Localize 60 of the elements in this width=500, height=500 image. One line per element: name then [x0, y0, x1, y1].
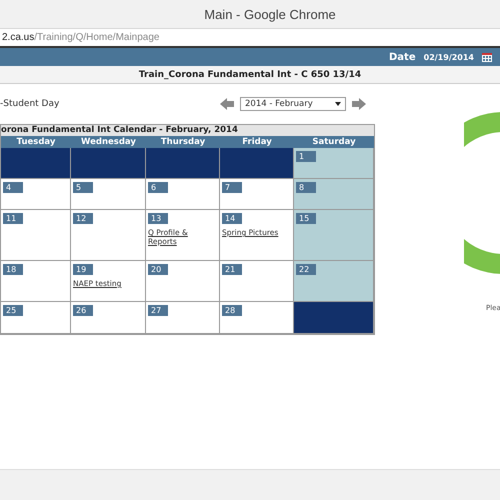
day-number: 20 [148, 264, 168, 275]
day-number: 19 [73, 264, 93, 275]
calendar-cell[interactable] [220, 148, 294, 179]
day-number: 25 [3, 305, 23, 316]
calendar-cell[interactable] [146, 148, 220, 179]
calendar-cell[interactable]: 4 [1, 179, 71, 210]
calendar-cell[interactable]: 27 [146, 302, 220, 334]
day-header: Friday [220, 136, 294, 148]
calendar-icon[interactable] [482, 52, 492, 62]
day-number: 7 [222, 182, 242, 193]
calendar-cell[interactable]: 28 [220, 302, 294, 334]
day-number: 21 [222, 264, 242, 275]
day-number: 13 [148, 213, 168, 224]
url-host: 2.ca.us [2, 32, 34, 43]
calendar-cell[interactable]: 1 [294, 148, 374, 179]
day-number: 11 [3, 213, 23, 224]
school-title: Train_Corona Fundamental Int - C 650 13/14 [138, 70, 362, 80]
day-header: Saturday [294, 136, 374, 148]
calendar-cell[interactable]: 6 [146, 179, 220, 210]
caret-icon [335, 102, 341, 106]
day-number: 27 [148, 305, 168, 316]
day-number: 12 [73, 213, 93, 224]
legend-text: -Student Day [0, 99, 60, 109]
month-select[interactable]: 2014 - February [240, 97, 346, 111]
right-arrow-icon[interactable] [352, 98, 366, 110]
calendar-cell[interactable]: 20 [146, 261, 220, 302]
day-number: 4 [3, 182, 23, 193]
calendar-cell[interactable]: 26 [71, 302, 146, 334]
day-number: 8 [296, 182, 316, 193]
day-number: 22 [296, 264, 316, 275]
day-header: Thursday [146, 136, 220, 148]
day-number: 18 [3, 264, 23, 275]
date-value: 02/19/2014 [424, 52, 474, 62]
day-number: 26 [73, 305, 93, 316]
calendar-cell[interactable]: 8 [294, 179, 374, 210]
day-number: 1 [296, 151, 316, 162]
calendar-cell[interactable] [71, 148, 146, 179]
calendar-cell[interactable]: 15 [294, 210, 374, 261]
day-number: 6 [148, 182, 168, 193]
calendar-cell[interactable]: 22 [294, 261, 374, 302]
left-arrow-icon[interactable] [220, 98, 234, 110]
calendar-cell[interactable] [1, 148, 71, 179]
day-number: 28 [222, 305, 242, 316]
calendar-cell[interactable]: 18 [1, 261, 71, 302]
calendar-cell[interactable]: 7 [220, 179, 294, 210]
day-header: Wednesday [71, 136, 146, 148]
day-number: 15 [296, 213, 316, 224]
calendar-cell[interactable]: 21 [220, 261, 294, 302]
window-title: Main - Google Chrome [203, 6, 336, 22]
calendar-cell[interactable]: 25 [1, 302, 71, 334]
date-label: Date [389, 52, 416, 62]
day-header: Tuesday [1, 136, 71, 148]
calendar-cell[interactable]: 5 [71, 179, 146, 210]
url-path: /Training/Q/Home/Mainpage [34, 32, 160, 43]
calendar-cell[interactable]: 12 [71, 210, 146, 261]
calendar-cell[interactable]: 11 [1, 210, 71, 261]
day-number: 5 [73, 182, 93, 193]
calendar-cell[interactable] [294, 302, 374, 334]
day-number: 14 [222, 213, 242, 224]
calendar-title: orona Fundamental Int Calendar - February, 2014 [1, 125, 374, 136]
